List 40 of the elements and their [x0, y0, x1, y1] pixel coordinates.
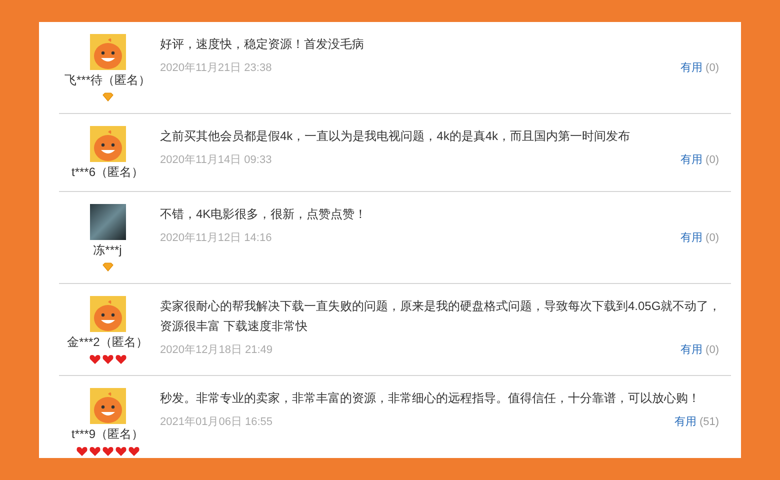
review-text: 秒发。非常专业的卖家，非常丰富的资源，非常细心的远程指导。值得信任，十分靠谱，可以放心购！ [160, 390, 701, 407]
photo-placeholder [90, 204, 126, 240]
useful-count: (0) [706, 232, 719, 244]
user-name: 飞***待（匿名） [64, 72, 150, 89]
mascot-avatar-icon [90, 296, 126, 332]
user-name: 金***2（匿名） [67, 334, 148, 351]
review-text: 之前买其他会员都是假4k，一直以为是我电视问题，4k的是真4k，而且国内第一时间发布 [160, 128, 632, 145]
useful-link[interactable]: 有用 [680, 62, 703, 74]
user-name: t***6（匿名） [71, 164, 144, 181]
review-date: 2020年11月21日 23:38 [160, 61, 272, 75]
review-text: 不错，4K电影很多，很新，点赞点赞！ [160, 206, 368, 223]
heart-icon [102, 354, 114, 364]
heart-icon [114, 446, 126, 456]
diamond-icon [102, 92, 114, 102]
mascot-avatar-icon [90, 388, 126, 424]
user-name: t***9（匿名） [71, 426, 144, 443]
heart-icon [88, 446, 100, 456]
review-date: 2020年12月18日 21:49 [160, 343, 273, 357]
mascot-avatar-icon [90, 34, 126, 70]
useful-link[interactable]: 有用 [680, 344, 703, 356]
heart-icon [102, 446, 114, 456]
useful-count: (0) [706, 62, 719, 74]
heart-icon [114, 354, 126, 364]
useful-count: (0) [706, 154, 719, 166]
user-name: 冻***j [93, 242, 122, 259]
review-date: 2020年11月14日 09:33 [160, 153, 272, 167]
useful-count: (0) [706, 344, 719, 356]
useful-count: (51) [699, 416, 719, 428]
mascot-avatar-icon [90, 126, 126, 162]
review-date: 2021年01月06日 16:55 [160, 415, 273, 429]
review-date: 2020年11月12日 14:16 [160, 231, 272, 245]
useful-link[interactable]: 有用 [680, 232, 703, 244]
useful-link[interactable]: 有用 [680, 154, 703, 166]
heart-icon [76, 446, 88, 456]
heart-icon [88, 354, 100, 364]
useful-link[interactable]: 有用 [674, 416, 696, 428]
heart-icon [128, 446, 140, 456]
review-text: 卖家很耐心的帮我解决下载一直失败的问题，原来是我的硬盘格式问题，导致每次下载到4.05G就不动了，资源很丰富 下载速度非常快 [160, 298, 722, 335]
diamond-icon [102, 262, 114, 272]
review-text: 好评，速度快，稳定资源！首发没毛病 [160, 36, 365, 53]
